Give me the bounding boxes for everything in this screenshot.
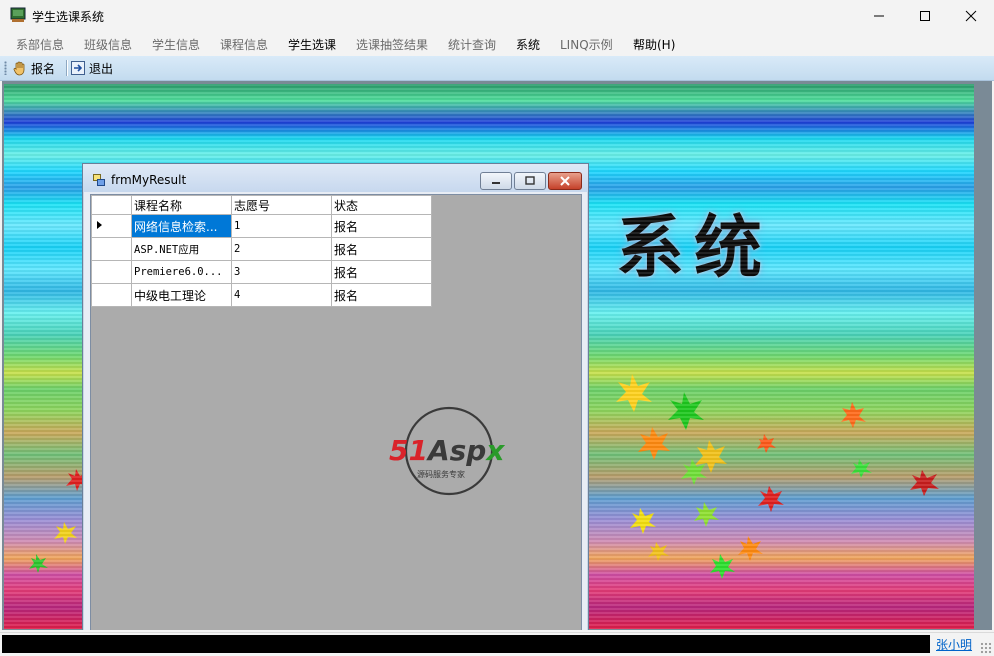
cell-course-name[interactable]: ASP.NET应用 xyxy=(131,237,232,261)
child-window-frmMyResult[interactable]: frmMyResult 课程名称 志愿号 状态 网络信息检索... 1 报名 A… xyxy=(82,163,589,630)
cell-course-name[interactable]: 网络信息检索... xyxy=(131,214,232,238)
maximize-button[interactable] xyxy=(902,0,948,31)
menu-course-selection[interactable]: 学生选课 xyxy=(288,36,336,53)
cell-course-name[interactable]: 中级电工理论 xyxy=(131,283,232,307)
toolbar-grip[interactable] xyxy=(4,61,7,75)
exit-label: 退出 xyxy=(89,61,114,76)
child-window-title: frmMyResult xyxy=(111,173,187,187)
close-button[interactable] xyxy=(948,0,994,31)
cell-status[interactable]: 报名 xyxy=(331,283,432,307)
hand-icon xyxy=(13,61,25,76)
menu-bar: 系部信息 班级信息 学生信息 课程信息 学生选课 选课抽签结果 统计查询 系统 … xyxy=(0,31,994,56)
cell-choice-number[interactable]: 1 xyxy=(231,214,332,238)
row-header[interactable] xyxy=(91,214,132,238)
exit-icon xyxy=(71,61,85,75)
status-panel xyxy=(2,635,930,653)
window-title: 学生选课系统 xyxy=(32,10,105,24)
background-title: 系统 xyxy=(616,208,773,288)
title-bar: 学生选课系统 xyxy=(0,0,994,31)
table-row[interactable]: 网络信息检索... 1 报名 xyxy=(91,214,432,238)
mdi-client-area: 系统 frmMyResult 课程名称 志愿号 状态 网络信息检索... 1 报… xyxy=(2,81,992,630)
column-header-status[interactable]: 状态 xyxy=(331,195,432,215)
current-row-arrow-icon xyxy=(97,221,102,229)
column-header-course-name[interactable]: 课程名称 xyxy=(131,195,232,215)
table-row[interactable]: ASP.NET应用 2 报名 xyxy=(91,237,432,261)
brand-asp: Asp xyxy=(426,434,486,467)
restore-icon xyxy=(525,176,535,185)
result-grid[interactable]: 课程名称 志愿号 状态 网络信息检索... 1 报名 ASP.NET应用 2 报… xyxy=(91,195,432,307)
row-header[interactable] xyxy=(91,283,132,307)
cell-choice-number[interactable]: 4 xyxy=(231,283,332,307)
menu-statistics[interactable]: 统计查询 xyxy=(448,36,496,53)
row-header[interactable] xyxy=(91,260,132,284)
brand-51: 51 xyxy=(389,434,428,467)
child-minimize-button[interactable] xyxy=(480,172,512,190)
menu-system[interactable]: 系统 xyxy=(516,36,540,53)
menu-linq[interactable]: LINQ示例 xyxy=(560,36,613,53)
register-label: 报名 xyxy=(31,61,56,76)
menu-class[interactable]: 班级信息 xyxy=(84,36,132,53)
cell-choice-number[interactable]: 2 xyxy=(231,237,332,261)
brand-tagline: 源码服务专家 xyxy=(417,469,465,479)
resize-grip[interactable] xyxy=(980,642,992,654)
cell-course-name[interactable]: Premiere6.0... xyxy=(131,260,232,284)
toolbar: 报名 退出 xyxy=(0,56,994,81)
cell-choice-number[interactable]: 3 xyxy=(231,260,332,284)
row-header[interactable] xyxy=(91,237,132,261)
cell-status[interactable]: 报名 xyxy=(331,214,432,238)
form-icon xyxy=(93,174,105,186)
child-title-bar[interactable]: frmMyResult xyxy=(83,164,588,192)
exit-button[interactable]: 退出 xyxy=(70,59,113,77)
minimize-button[interactable] xyxy=(856,0,902,31)
menu-student[interactable]: 学生信息 xyxy=(152,36,200,53)
child-client-area: 课程名称 志愿号 状态 网络信息检索... 1 报名 ASP.NET应用 2 报… xyxy=(90,194,582,630)
child-close-button[interactable] xyxy=(548,172,582,190)
menu-department[interactable]: 系部信息 xyxy=(16,36,64,53)
51aspx-watermark-logo: 51Aspx 源码服务专家 xyxy=(389,406,505,496)
child-restore-button[interactable] xyxy=(514,172,546,190)
column-header-choice-number[interactable]: 志愿号 xyxy=(231,195,332,215)
toolbar-separator xyxy=(66,60,68,76)
cell-status[interactable]: 报名 xyxy=(331,237,432,261)
status-bar: 张小明 xyxy=(0,632,994,656)
minimize-icon xyxy=(492,182,500,184)
app-icon xyxy=(10,7,26,22)
maximize-icon xyxy=(920,10,930,21)
grid-header-row: 课程名称 志愿号 状态 xyxy=(91,195,432,215)
table-row[interactable]: Premiere6.0... 3 报名 xyxy=(91,260,432,284)
menu-lottery-result[interactable]: 选课抽签结果 xyxy=(356,36,428,53)
close-icon xyxy=(965,10,977,21)
menu-course[interactable]: 课程信息 xyxy=(220,36,268,53)
register-button[interactable]: 报名 xyxy=(12,59,55,77)
status-user-link[interactable]: 张小明 xyxy=(936,636,972,653)
cell-status[interactable]: 报名 xyxy=(331,260,432,284)
close-icon xyxy=(560,176,570,186)
table-row[interactable]: 中级电工理论 4 报名 xyxy=(91,283,432,307)
svg-text:51Aspx: 51Aspx xyxy=(389,434,505,467)
brand-x: x xyxy=(484,434,505,467)
menu-help[interactable]: 帮助(H) xyxy=(633,36,675,53)
minimize-icon xyxy=(874,15,884,16)
grid-corner-header[interactable] xyxy=(91,195,132,215)
